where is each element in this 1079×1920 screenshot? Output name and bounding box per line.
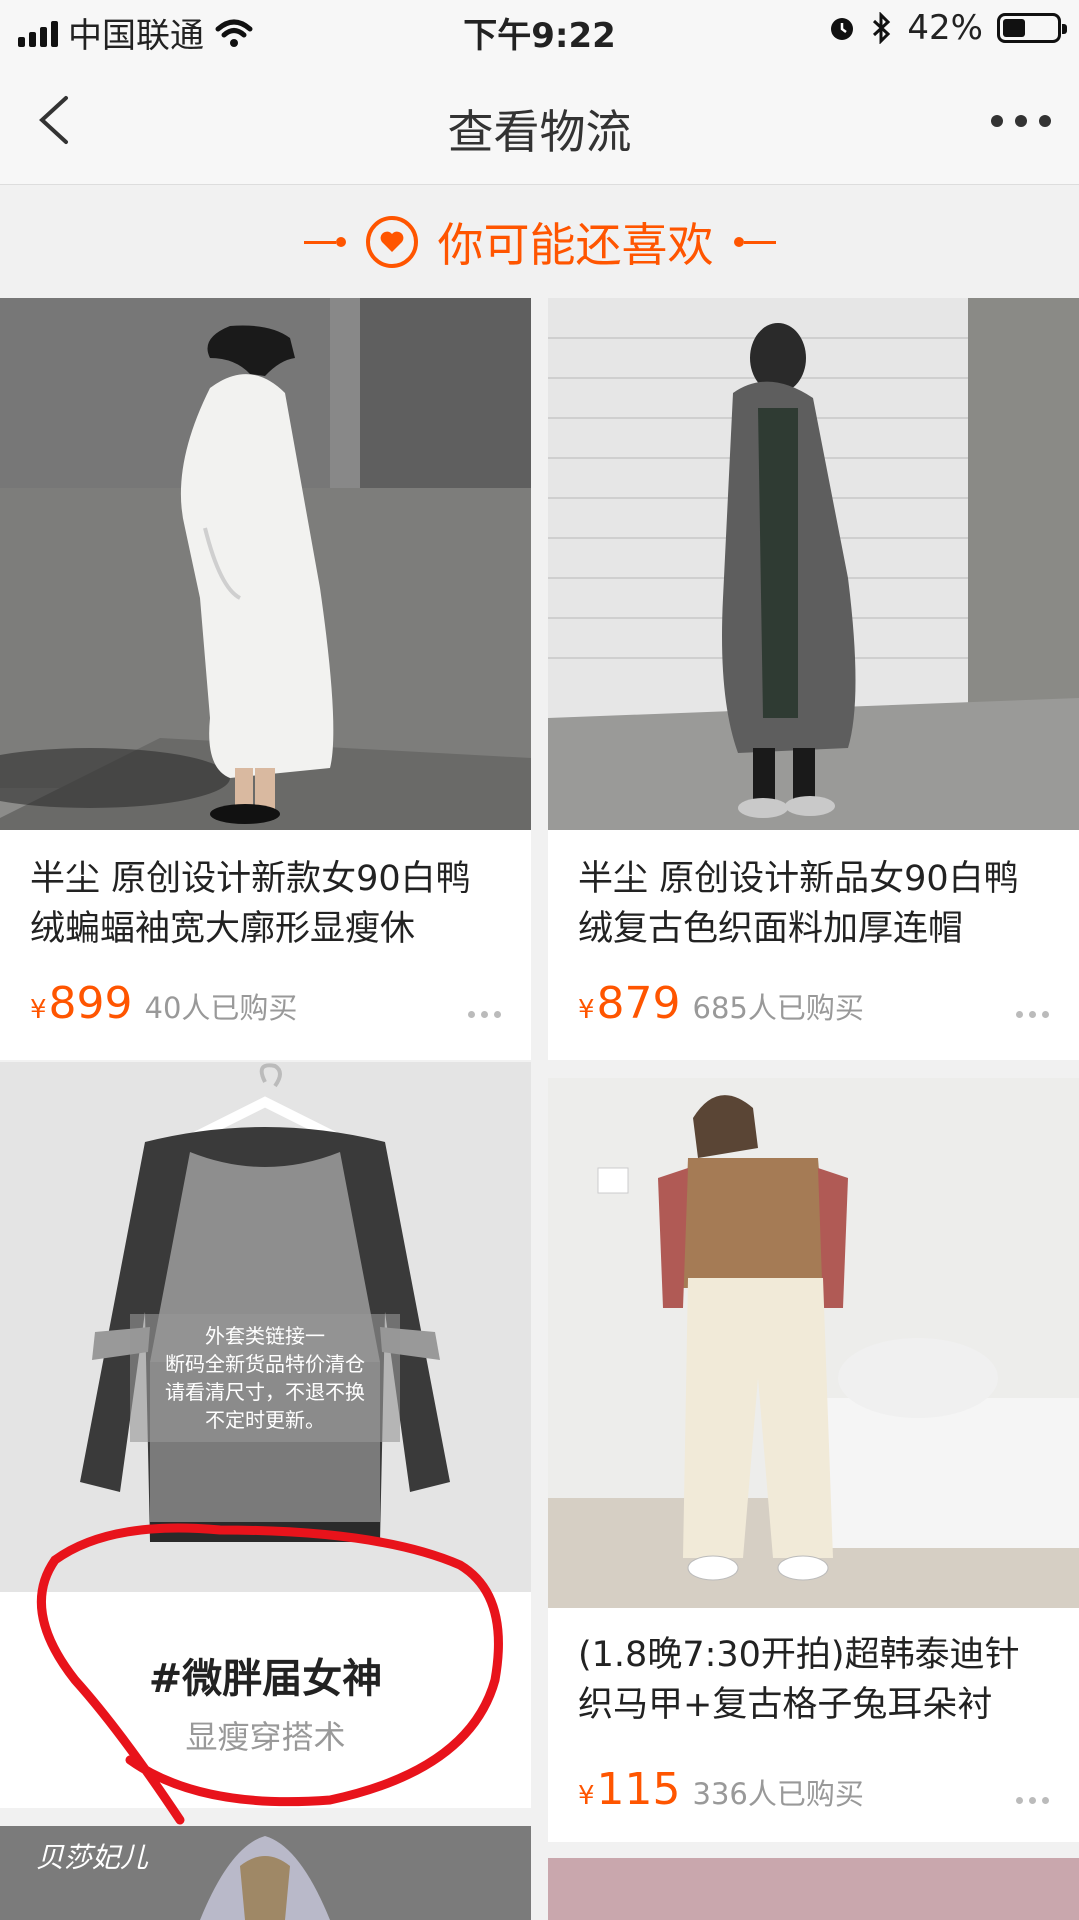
promo-image-line: 断码全新货品特价清仓 — [165, 1352, 365, 1376]
more-icon[interactable] — [991, 96, 1051, 146]
currency-symbol: ¥ — [578, 995, 595, 1025]
promo-image-line: 请看清尺寸，不退不换 — [165, 1380, 365, 1404]
status-right: 42% — [827, 8, 1067, 48]
promo-subtitle: 显瘦穿搭术 — [185, 1718, 346, 1756]
product-title[interactable]: 半尘 原创设计新款女90白鸭绒蝙蝠袖宽大廓形显瘦休 — [30, 854, 501, 954]
more-options-icon[interactable] — [468, 1011, 501, 1018]
product-price: 879 — [596, 978, 681, 1029]
product-image[interactable] — [0, 298, 531, 830]
product-title[interactable]: 半尘 原创设计新品女90白鸭绒复古色织面料加厚连帽 — [578, 854, 1049, 954]
promo-card[interactable]: 外套类链接一 断码全新货品特价清仓 请看清尺寸，不退不换 不定时更新。 #微胖届… — [0, 1062, 531, 1808]
sold-count: 336人已购买 — [692, 1777, 864, 1811]
product-title[interactable]: (1.8晚7:30开拍)超韩泰迪针织马甲+复古格子兔耳朵衬 — [578, 1630, 1049, 1730]
product-card[interactable] — [548, 1858, 1079, 1920]
battery-percent: 42% — [907, 8, 983, 48]
brand-watermark: 贝莎妃儿 — [36, 1841, 149, 1874]
currency-symbol: ¥ — [578, 1781, 595, 1811]
product-image[interactable] — [548, 298, 1079, 830]
promo-image-line: 外套类链接一 — [205, 1324, 325, 1348]
product-card[interactable]: (1.8晚7:30开拍)超韩泰迪针织马甲+复古格子兔耳朵衬 ¥ 115 336人… — [548, 1078, 1079, 1842]
battery-icon — [997, 13, 1067, 43]
product-price: 899 — [48, 978, 133, 1029]
price-row: ¥ 879 685人已购买 — [578, 978, 1049, 1029]
promo-image[interactable]: 外套类链接一 断码全新货品特价清仓 请看清尺寸，不退不换 不定时更新。 — [0, 1062, 531, 1592]
divider-right — [733, 237, 776, 247]
price-row: ¥ 115 336人已购买 — [578, 1764, 1049, 1815]
sold-count: 685人已购买 — [692, 991, 864, 1025]
status-bar: 中国联通 下午9:22 42% — [0, 0, 1079, 60]
promo-image-text: 外套类链接一 断码全新货品特价清仓 请看清尺寸，不退不换 不定时更新。 — [130, 1314, 400, 1442]
divider-left — [303, 237, 346, 247]
product-card[interactable]: 贝莎妃儿 — [0, 1826, 531, 1920]
page-title: 查看物流 — [447, 105, 632, 159]
currency-symbol: ¥ — [30, 995, 47, 1025]
more-options-icon[interactable] — [1016, 1011, 1049, 1018]
more-options-icon[interactable] — [1016, 1797, 1049, 1804]
promo-title[interactable]: #微胖届女神 — [0, 1646, 531, 1704]
product-image[interactable] — [548, 1078, 1079, 1608]
heart-icon — [365, 216, 418, 268]
alarm-icon — [831, 18, 854, 40]
promo-image-line: 不定时更新。 — [205, 1408, 325, 1432]
recommend-title: 你可能还喜欢 — [437, 218, 714, 272]
nav-bar: 查看物流 — [0, 60, 1079, 185]
product-card[interactable]: 半尘 原创设计新品女90白鸭绒复古色织面料加厚连帽 ¥ 879 685人已购买 — [548, 298, 1079, 1060]
sold-count: 40人已购买 — [144, 991, 298, 1025]
bluetooth-icon — [873, 12, 891, 44]
product-card[interactable]: 半尘 原创设计新款女90白鸭绒蝙蝠袖宽大廓形显瘦休 ¥ 899 40人已购买 — [0, 298, 531, 1060]
product-price: 115 — [596, 1764, 681, 1815]
recommend-header: 你可能还喜欢 — [0, 186, 1079, 298]
price-row: ¥ 899 40人已购买 — [30, 978, 501, 1029]
